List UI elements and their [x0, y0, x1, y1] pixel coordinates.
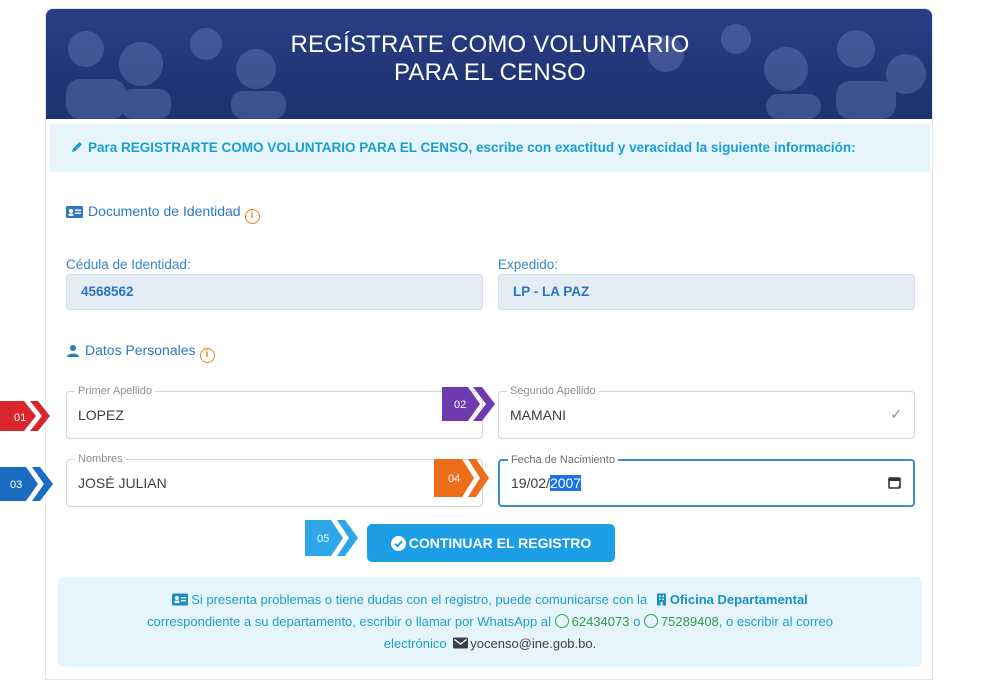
- check-circle-icon: [390, 536, 406, 551]
- page-title-line1: REGÍSTRATE COMO VOLUNTARIO: [290, 31, 690, 58]
- help-text-2: correspondiente a su departamento, escri…: [147, 614, 551, 629]
- whatsapp-icon: [643, 614, 658, 628]
- instructions-text: Para REGISTRARTE COMO VOLUNTARIO PARA EL…: [88, 140, 856, 155]
- section-identity-document: Documento de Identidad i: [66, 203, 260, 224]
- step-01-badge: 01: [0, 401, 50, 431]
- building-icon: [656, 593, 666, 606]
- help-text-1: Si presenta problemas o tiene dudas con …: [191, 592, 648, 607]
- expedido-label: Expedido:: [498, 257, 559, 272]
- fecha-year-selected: 2007: [549, 475, 582, 491]
- instructions-banner: Para REGISTRARTE COMO VOLUNTARIO PARA EL…: [50, 124, 930, 172]
- or-text: o: [633, 614, 641, 629]
- continue-button-label: CONTINUAR EL REGISTRO: [408, 535, 592, 551]
- calendar-icon[interactable]: [887, 475, 903, 491]
- primer-apellido-label: Primer Apellido: [75, 384, 155, 398]
- help-line-3: electrónico yocenso@ine.gob.bo.: [72, 633, 908, 655]
- ci-field: 4568562: [66, 274, 483, 310]
- page-title-line2: PARA EL CENSO: [394, 59, 586, 86]
- help-line-1: Si presenta problemas o tiene dudas con …: [72, 589, 908, 611]
- step-04-badge: 04: [434, 459, 489, 497]
- step-02-badge: 02: [442, 387, 495, 421]
- id-card-icon: [66, 206, 83, 218]
- segundo-apellido-input[interactable]: Segundo Apellido MAMANI ✓: [498, 384, 915, 439]
- step-04-number: 04: [448, 473, 460, 485]
- contact-card-icon: [172, 593, 189, 606]
- header-banner: REGÍSTRATE COMO VOLUNTARIO PARA EL CENSO: [46, 9, 932, 119]
- expedido-field: LP - LA PAZ: [498, 274, 915, 310]
- primer-apellido-input[interactable]: Primer Apellido LOPEZ: [66, 384, 483, 439]
- section-identity-label: Documento de Identidad: [88, 203, 241, 219]
- user-icon: [67, 345, 79, 357]
- step-01-number: 01: [14, 412, 26, 424]
- primer-apellido-value: LOPEZ: [78, 407, 124, 423]
- phone-1[interactable]: 62434073: [572, 614, 630, 629]
- help-line-2: correspondiente a su departamento, escri…: [72, 611, 908, 633]
- ci-label: Cédula de Identidad:: [66, 257, 191, 272]
- info-icon[interactable]: i: [199, 348, 215, 363]
- section-personal-data: Datos Personales i: [66, 342, 215, 363]
- page-title: REGÍSTRATE COMO VOLUNTARIO PARA EL CENSO: [46, 31, 932, 87]
- segundo-apellido-value: MAMANI: [510, 407, 566, 423]
- help-box: Si presenta problemas o tiene dudas con …: [58, 577, 922, 667]
- nombres-input[interactable]: Nombres JOSÉ JULIAN: [66, 452, 483, 507]
- help-period: .: [592, 636, 597, 651]
- nombres-label: Nombres: [75, 452, 126, 466]
- phone-2[interactable]: 75289408: [661, 614, 719, 629]
- continue-registration-button[interactable]: CONTINUAR EL REGISTRO: [367, 524, 615, 562]
- step-03-number: 03: [10, 479, 22, 491]
- step-05-number: 05: [317, 533, 329, 545]
- office-link[interactable]: Oficina Departamental: [670, 592, 808, 607]
- whatsapp-icon: [554, 614, 569, 628]
- fecha-nacimiento-label: Fecha de Nacimiento: [508, 453, 618, 467]
- help-text-4: electrónico: [383, 636, 447, 651]
- email-icon: [453, 637, 469, 649]
- step-05-badge: 05: [305, 520, 358, 556]
- info-icon[interactable]: i: [244, 209, 260, 224]
- section-personal-label: Datos Personales: [85, 342, 196, 358]
- registration-card: REGÍSTRATE COMO VOLUNTARIO PARA EL CENSO…: [45, 8, 933, 680]
- step-03-badge: 03: [0, 467, 53, 501]
- check-icon: ✓: [890, 406, 902, 422]
- email-address[interactable]: yocenso@ine.gob.bo: [470, 636, 592, 651]
- help-text-3: , o escribir al correo: [718, 614, 833, 629]
- pencil-icon: [72, 142, 82, 152]
- fecha-day-month: 19/02/: [511, 475, 550, 491]
- segundo-apellido-label: Segundo Apellido: [507, 384, 599, 398]
- nombres-value: JOSÉ JULIAN: [78, 475, 167, 491]
- fecha-nacimiento-input[interactable]: Fecha de Nacimiento 19/02/2007: [498, 453, 915, 507]
- fecha-nacimiento-value: 19/02/2007: [511, 475, 582, 491]
- step-02-number: 02: [454, 399, 466, 411]
